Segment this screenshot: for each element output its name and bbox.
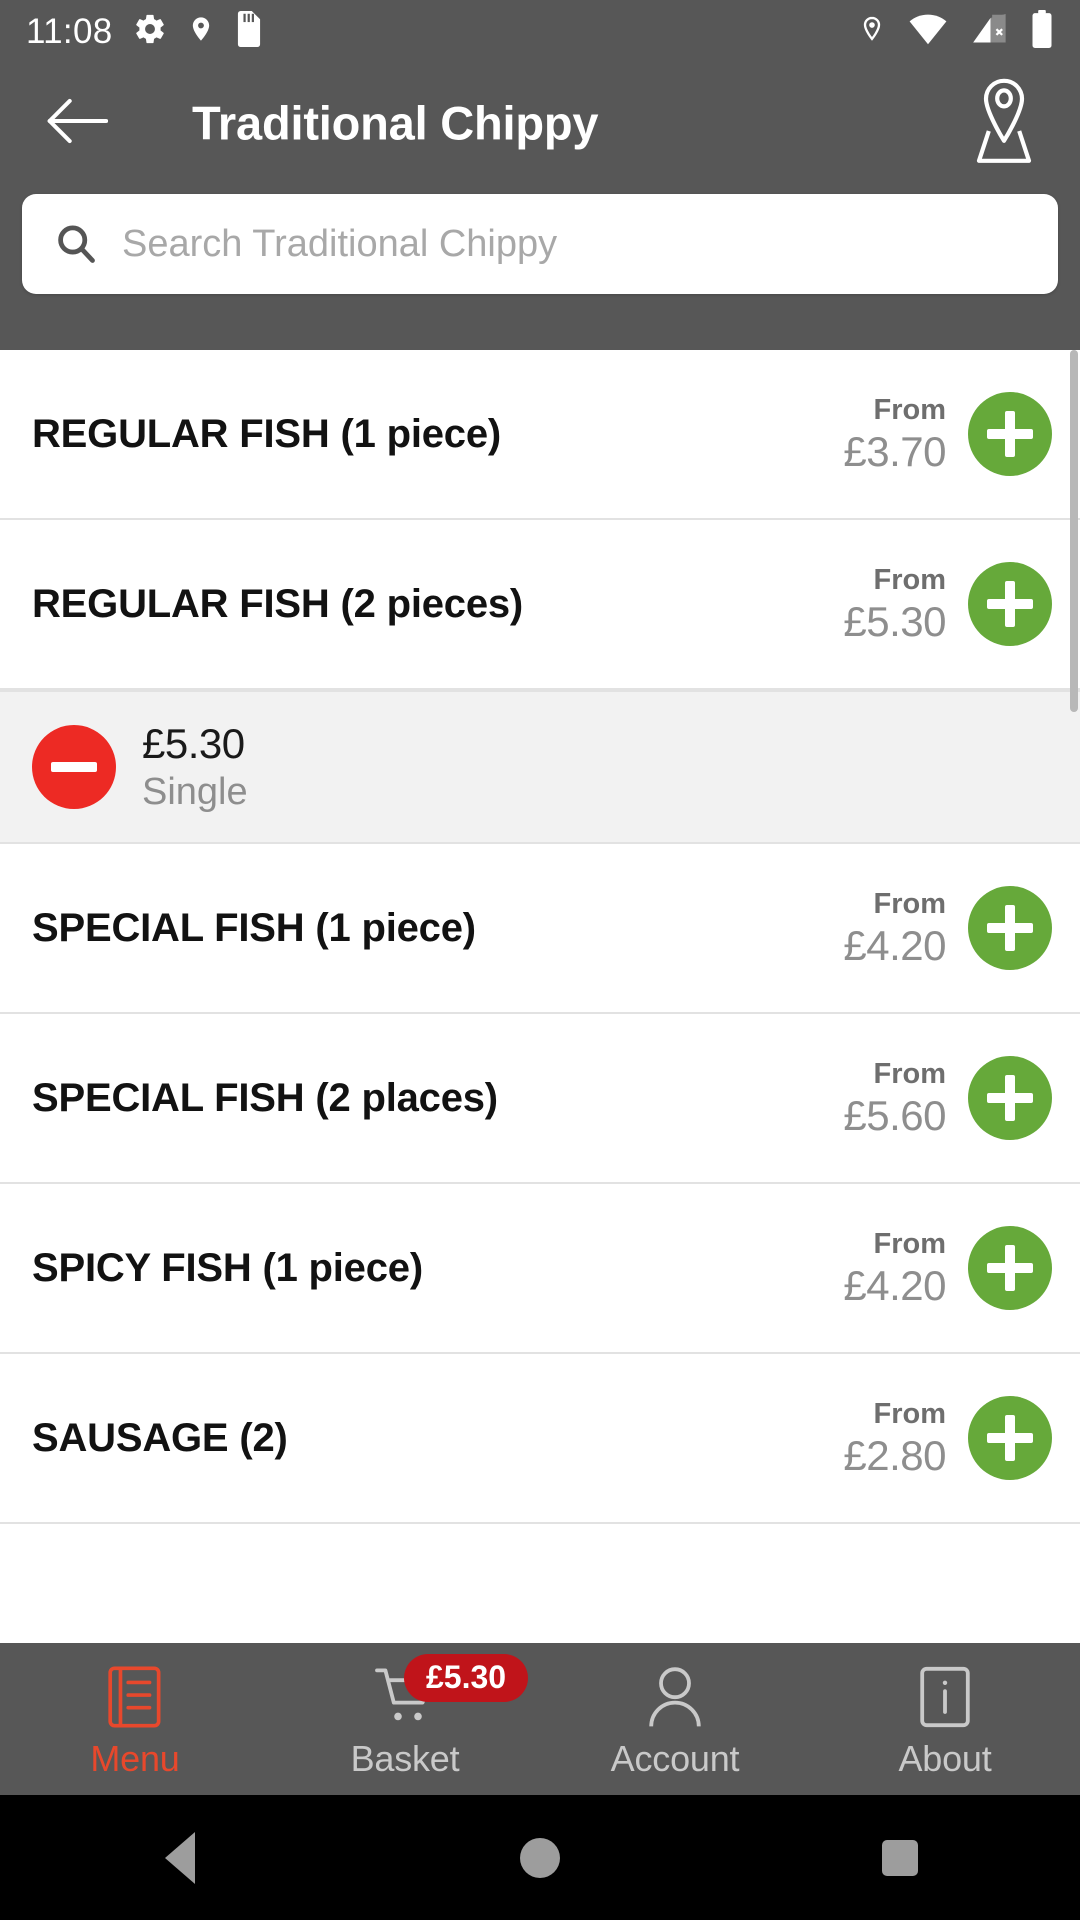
search-icon	[52, 220, 100, 268]
price-column: From £4.20	[843, 887, 947, 969]
android-system-nav	[0, 1795, 1080, 1920]
menu-item-price-area: From £2.80	[843, 1396, 1080, 1480]
price-from-label: From	[873, 1227, 947, 1260]
menu-item-name: SPECIAL FISH (2 places)	[32, 1075, 498, 1120]
plus-icon	[987, 1245, 1033, 1291]
price-from-label: From	[873, 887, 947, 920]
scrollbar-thumb[interactable]	[1070, 350, 1078, 712]
menu-list-icon	[107, 1664, 163, 1730]
price-column: From £3.70	[843, 393, 947, 475]
page-title: Traditional Chippy	[192, 96, 599, 150]
add-item-button[interactable]	[968, 1226, 1052, 1310]
price-from-label: From	[873, 563, 947, 596]
menu-item-price-area: From £3.70	[843, 392, 1080, 476]
remove-item-button[interactable]	[32, 725, 116, 809]
plus-icon	[987, 411, 1033, 457]
app-bar-top-row: Traditional Chippy	[0, 62, 1080, 184]
android-back-button[interactable]	[0, 1795, 360, 1920]
search-bar[interactable]	[22, 194, 1058, 294]
menu-item-price-area: From £5.60	[843, 1056, 1080, 1140]
menu-item-price-area: From £5.30	[843, 562, 1080, 646]
shopping-cart-icon: £5.30	[374, 1654, 529, 1730]
person-icon	[646, 1664, 704, 1730]
price-value: £4.20	[843, 921, 946, 969]
android-recents-icon	[882, 1839, 918, 1876]
nav-label-account: Account	[610, 1738, 740, 1779]
menu-item-name: REGULAR FISH (1 piece)	[32, 411, 501, 456]
back-button[interactable]	[42, 88, 112, 158]
android-recents-button[interactable]	[720, 1795, 1080, 1920]
menu-item-row[interactable]: REGULAR FISH (2 pieces) From £5.30	[0, 520, 1080, 690]
add-item-button[interactable]	[968, 392, 1052, 476]
map-location-button[interactable]	[962, 78, 1046, 165]
nav-label-menu: Menu	[90, 1738, 180, 1779]
price-value: £4.20	[843, 1261, 946, 1309]
menu-item-name: SAUSAGE (2)	[32, 1415, 288, 1460]
price-column: From £5.30	[843, 563, 947, 645]
price-value: £2.80	[843, 1431, 946, 1479]
menu-item-price-area: From £4.20	[843, 886, 1080, 970]
menu-list[interactable]: REGULAR FISH (1 piece) From £3.70 REGULA…	[0, 350, 1080, 1643]
add-item-button[interactable]	[968, 562, 1052, 646]
add-item-button[interactable]	[968, 886, 1052, 970]
map-location-icon	[964, 78, 1044, 169]
price-value: £5.30	[843, 597, 946, 645]
plus-icon	[987, 1075, 1033, 1121]
status-bar: 11:08	[0, 0, 1080, 62]
minus-icon	[51, 762, 97, 772]
price-value: £5.60	[843, 1091, 946, 1139]
plus-icon	[987, 1415, 1033, 1461]
gear-icon	[133, 12, 167, 51]
menu-item-row[interactable]: SPECIAL FISH (2 places) From £5.60	[0, 1014, 1080, 1184]
price-from-label: From	[873, 1057, 947, 1090]
selected-option-row[interactable]: £5.30 Single	[0, 690, 1080, 844]
add-item-button[interactable]	[968, 1056, 1052, 1140]
basket-total-badge: £5.30	[404, 1654, 529, 1702]
status-clock: 11:08	[26, 11, 113, 51]
menu-item-row[interactable]: SPICY FISH (1 piece) From £4.20	[0, 1184, 1080, 1354]
bottom-navigation: Menu £5.30 Basket Account About	[0, 1643, 1080, 1795]
sd-card-icon	[235, 10, 263, 52]
menu-item-price-area: From £4.20	[843, 1226, 1080, 1310]
nav-item-about[interactable]: About	[810, 1643, 1080, 1795]
add-item-button[interactable]	[968, 1396, 1052, 1480]
nav-label-about: About	[898, 1738, 992, 1779]
menu-item-row[interactable]: REGULAR FISH (1 piece) From £3.70	[0, 350, 1080, 520]
selected-option-label: Single	[142, 771, 248, 814]
search-input[interactable]	[122, 222, 1028, 266]
android-home-icon	[520, 1837, 560, 1878]
android-home-button[interactable]	[360, 1795, 720, 1920]
signal-off-icon	[970, 13, 1008, 50]
info-icon	[917, 1664, 973, 1730]
status-bar-right	[858, 9, 1054, 53]
wifi-icon	[908, 13, 948, 50]
nav-item-account[interactable]: Account	[540, 1643, 810, 1795]
selected-option-text: £5.30 Single	[142, 720, 248, 814]
menu-item-row[interactable]: SPECIAL FISH (1 piece) From £4.20	[0, 844, 1080, 1014]
menu-item-name: SPECIAL FISH (1 piece)	[32, 905, 476, 950]
price-column: From £4.20	[843, 1227, 947, 1309]
menu-item-name: REGULAR FISH (2 pieces)	[32, 581, 524, 626]
price-column: From £2.80	[843, 1397, 947, 1479]
nav-label-basket: Basket	[350, 1738, 460, 1779]
menu-item-name: SPICY FISH (1 piece)	[32, 1245, 423, 1290]
back-arrow-icon	[46, 94, 109, 153]
battery-full-icon	[1030, 9, 1054, 53]
android-back-icon	[165, 1831, 195, 1884]
nav-item-menu[interactable]: Menu	[0, 1643, 270, 1795]
plus-icon	[987, 905, 1033, 951]
selected-option-price: £5.30	[142, 720, 245, 768]
status-bar-left: 11:08	[26, 10, 263, 52]
price-from-label: From	[873, 1397, 947, 1430]
app-bar: Traditional Chippy	[0, 62, 1080, 350]
nav-item-basket[interactable]: £5.30 Basket	[270, 1643, 540, 1795]
price-from-label: From	[873, 393, 947, 426]
location-pin-icon	[858, 12, 886, 51]
app-screen: 11:08 Traditional Chippy Search Traditio…	[0, 0, 1080, 1920]
price-column: From £5.60	[843, 1057, 947, 1139]
menu-item-row[interactable]: SAUSAGE (2) From £2.80	[0, 1354, 1080, 1524]
price-value: £3.70	[843, 427, 946, 475]
location-pin-icon	[187, 12, 215, 51]
plus-icon	[987, 581, 1033, 627]
